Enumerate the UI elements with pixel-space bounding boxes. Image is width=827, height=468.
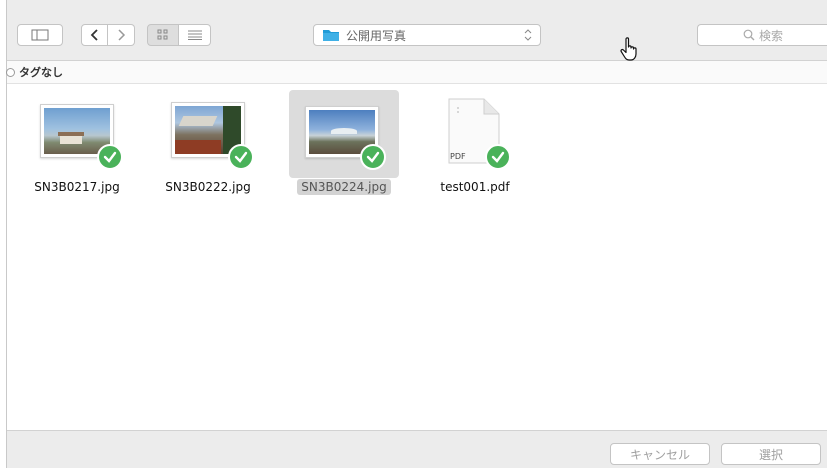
chevron-left-icon [90,29,98,41]
grid-icon [157,29,168,40]
list-view-button[interactable] [179,24,211,46]
check-badge-icon [228,144,254,170]
choose-button[interactable]: 選択 [721,443,821,465]
pdf-badge-label: PDF [450,152,466,161]
tag-filter-label[interactable]: タグなし [19,64,63,80]
cancel-button[interactable]: キャンセル [610,443,710,465]
back-forward-control [81,24,135,46]
file-thumbnail [153,90,263,178]
file-name: test001.pdf [440,180,510,194]
toolbar: 公開用写真 検索 [7,0,827,61]
file-thumbnail [289,90,399,178]
location-folder-name: 公開用写真 [346,28,407,43]
list-icon [187,30,202,40]
file-chooser-window: 公開用写真 検索 タグなし SN3B0217.jpg SN3B0222.jpg … [6,0,827,468]
hand-cursor-icon [620,37,637,61]
view-mode-control [147,24,211,46]
chevron-right-icon [118,29,126,41]
file-item[interactable]: SN3B0222.jpg [153,90,263,210]
location-popup[interactable]: 公開用写真 [313,24,541,46]
file-item-selected[interactable]: SN3B0224.jpg [289,90,399,210]
search-input[interactable]: 検索 [697,24,827,46]
file-name: SN3B0222.jpg [165,180,251,194]
check-badge-icon [485,144,511,170]
folder-icon [323,30,339,41]
dialog-footer: キャンセル 選択 [7,430,827,468]
back-button[interactable] [81,24,108,46]
icon-view-button[interactable] [147,24,179,46]
sidebar-toggle-button[interactable] [17,24,63,46]
file-item[interactable]: PDF test001.pdf [420,90,530,210]
file-name: SN3B0217.jpg [34,180,120,194]
forward-button[interactable] [108,24,135,46]
file-thumbnail: PDF [420,90,530,178]
search-icon [743,29,755,41]
file-item[interactable]: SN3B0217.jpg [22,90,132,210]
tag-filter-bar: タグなし [6,61,827,84]
file-name: SN3B0224.jpg [289,179,399,195]
sidebar-icon [31,29,49,41]
check-badge-icon [97,144,123,170]
check-badge-icon [360,144,386,170]
tag-circle-icon [6,67,15,77]
search-placeholder: 検索 [758,28,783,43]
file-thumbnail [22,90,132,178]
updown-arrows-icon [524,29,532,41]
